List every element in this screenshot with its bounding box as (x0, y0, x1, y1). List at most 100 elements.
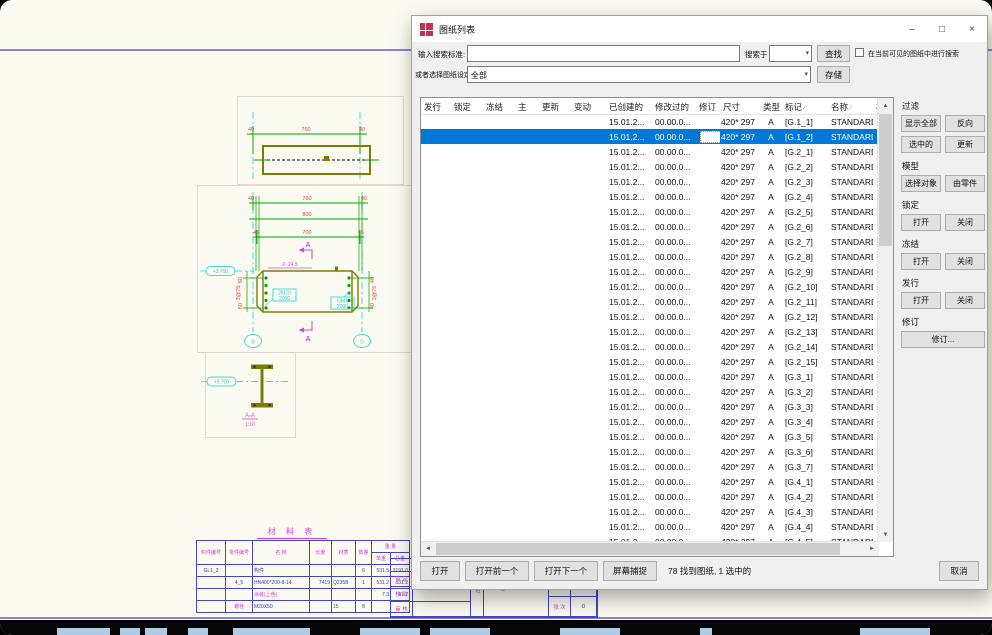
scroll-up-icon[interactable]: ▲ (878, 98, 893, 113)
table-row[interactable]: 15.01.2...00.00.0...420* 297A[G.2_3]STAN… (421, 174, 879, 189)
visible-only-checkbox[interactable] (855, 48, 864, 57)
table-row[interactable]: 15.01.2...00.00.0...420* 297A[G.3_6]STAN… (421, 444, 879, 459)
panel-button[interactable]: 选择对象 (901, 175, 941, 192)
table-row[interactable]: 15.01.2...00.00.0...420* 297A[G.2_11]STA… (421, 294, 879, 309)
table-cell: 00.00.0... (652, 252, 696, 262)
preset-dropdown[interactable]: 全部 ▾ (467, 66, 811, 83)
table-row[interactable]: 15.01.2...00.00.0...420* 297A[G.2_2]STAN… (421, 159, 879, 174)
dim-text: 40 (359, 127, 365, 133)
panel-group: 过滤显示全部反向选中的更新 (901, 100, 985, 153)
open-button[interactable]: 打开 (420, 561, 460, 581)
save-button[interactable]: 存储 (817, 66, 850, 83)
table-row[interactable]: 15.01.2...00.00.0...420* 297A[G.3_7]STAN… (421, 459, 879, 474)
table-row[interactable]: 15.01.2...00.00.0...420* 297A[G.2_8]STAN… (421, 249, 879, 264)
table-row[interactable]: 15.01.2...00.00.0...420* 297A[G.3_1]STAN… (421, 369, 879, 384)
panel-button[interactable]: 更新 (945, 136, 985, 153)
panel-button[interactable]: 反向 (945, 115, 985, 132)
table-header: 发行锁定冻结主更新变动已创建的修改过的修订尺寸类型标记∕名称∕标 (421, 98, 879, 115)
column-header[interactable]: 修改过的 (652, 98, 696, 114)
section-mark: A (305, 336, 310, 343)
table-cell: 00.00.0... (652, 507, 696, 517)
material-header: 长度 (310, 541, 332, 565)
column-header[interactable]: 类型 (760, 98, 782, 114)
screen-capture-button[interactable]: 屏幕捕捉 (603, 561, 657, 581)
material-header: 材质 (332, 541, 356, 565)
search-input[interactable] (467, 45, 740, 62)
table-row[interactable]: 15.01.2...00.00.0...420* 297A[G.2_1]STAN… (421, 144, 879, 159)
open-next-button[interactable]: 打开下一个 (534, 561, 598, 581)
panel-button[interactable]: 修订... (901, 331, 985, 348)
dim-text: 760 (301, 127, 310, 133)
table-row[interactable]: 15.01.2...00.00.0...420* 297A[G.4_1]STAN… (421, 474, 879, 489)
panel-button[interactable]: 关闭 (945, 214, 985, 231)
panel-button[interactable]: 显示全部 (901, 115, 941, 132)
close-icon[interactable]: × (957, 16, 987, 42)
table-row[interactable]: 15.01.2...00.00.0...420* 297A[G.2_7]STAN… (421, 234, 879, 249)
table-row[interactable]: 15.01.2...00.00.0...420* 297A[G.2_13]STA… (421, 324, 879, 339)
table-row[interactable]: 15.01.2...00.00.0...420* 297A[G.2_5]STAN… (421, 204, 879, 219)
table-cell: [G.2_10] (782, 282, 828, 292)
vertical-scrollbar[interactable]: ▲ ▼ (877, 98, 893, 542)
column-header[interactable]: 名称∕ (828, 98, 873, 114)
table-row[interactable]: 15.01.2...00.00.0...420* 297A[G.3_2]STAN… (421, 384, 879, 399)
table-cell: 420* 297 (720, 432, 760, 442)
table-cell: 15.01.2... (606, 252, 652, 262)
table-row[interactable]: 15.01.2...00.00.0...420* 297A[G.3_3]STAN… (421, 399, 879, 414)
table-row[interactable]: 15.01.2...00.00.0...420* 297A[G.2_12]STA… (421, 309, 879, 324)
search-in-dropdown[interactable]: ▾ (769, 45, 812, 62)
column-header[interactable]: 更新 (539, 98, 571, 114)
table-cell: 00.00.0... (652, 522, 696, 532)
column-header[interactable]: 锁定 (451, 98, 483, 114)
table-cell: STANDARD (828, 297, 873, 307)
table-row[interactable]: 15.01.2...00.00.0...420* 297A[G.3_5]STAN… (421, 429, 879, 444)
column-header[interactable]: 已创建的 (606, 98, 652, 114)
table-cell: 420* 297 (720, 447, 760, 457)
table-row[interactable]: 15.01.2...00.00.0...420* 297A[G.2_10]STA… (421, 279, 879, 294)
panel-button[interactable]: 打开 (901, 214, 941, 231)
column-header[interactable]: 发行 (421, 98, 451, 114)
scroll-right-icon[interactable]: ► (865, 542, 879, 556)
table-cell: A (760, 522, 782, 532)
cancel-button[interactable]: 取消 (939, 561, 979, 581)
table-row[interactable]: 15.01.2...00.00.0...420* 297A[G.2_6]STAN… (421, 219, 879, 234)
table-row[interactable]: 15.01.2...00.00.0...420* 297A[G.1_1]STAN… (421, 114, 879, 129)
revision-edit-cell[interactable] (700, 131, 720, 143)
panel-button[interactable]: 由零件 (945, 175, 985, 192)
panel-button[interactable]: 打开 (901, 253, 941, 270)
scroll-left-icon[interactable]: ◄ (421, 542, 435, 556)
horizontal-scrollbar[interactable]: ◄ ► (421, 541, 879, 556)
panel-button[interactable]: 打开 (901, 292, 941, 309)
scroll-down-icon[interactable]: ▼ (878, 527, 893, 542)
table-cell: A (760, 477, 782, 487)
table-row[interactable]: 15.01.2...00.00.0...420* 297A[G.3_4]STAN… (421, 414, 879, 429)
open-previous-button[interactable]: 打开前一个 (465, 561, 529, 581)
column-header[interactable]: 标记∕ (782, 98, 828, 114)
dialog-titlebar[interactable]: 图纸列表 – □ × (412, 16, 987, 42)
table-row[interactable]: 15.01.2...00.00.0...420* 297A[G.4_2]STAN… (421, 489, 879, 504)
maximize-icon[interactable]: □ (927, 16, 957, 42)
column-header[interactable]: 尺寸 (720, 98, 760, 114)
panel-button[interactable]: 关闭 (945, 253, 985, 270)
table-cell: 00.00.0... (652, 432, 696, 442)
horizontal-scrollbar-thumb[interactable] (436, 543, 840, 555)
minimize-icon[interactable]: – (897, 16, 927, 42)
table-row[interactable]: 15.01.2...00.00.0...420* 297A[G.2_4]STAN… (421, 189, 879, 204)
column-header[interactable]: 变动 (571, 98, 606, 114)
find-button[interactable]: 查找 (817, 45, 850, 62)
material-cell (372, 601, 391, 613)
table-row[interactable]: 15.01.2...00.00.0...420* 297A[G.2_14]STA… (421, 339, 879, 354)
column-header[interactable]: 主 (515, 98, 539, 114)
table-row[interactable]: 15.01.2...00.00.0...420* 297A[G.4_3]STAN… (421, 504, 879, 519)
taskbar-item (860, 628, 930, 635)
vertical-scrollbar-thumb[interactable] (879, 114, 892, 246)
column-header[interactable]: 修订 (696, 98, 720, 114)
table-row[interactable]: 15.01.2...00.00.0...420* 297A[G.2_15]STA… (421, 354, 879, 369)
table-row[interactable]: 15.01.2...00.00.0...420* 297A[G.2_9]STAN… (421, 264, 879, 279)
table-row[interactable]: 15.01.2...00.00.0...420* 297A[G.4_4]STAN… (421, 519, 879, 534)
table-row[interactable]: 15.01.2...00.00.0...420* 297A[G.1_2]STAN… (421, 129, 879, 144)
panel-button[interactable]: 关闭 (945, 292, 985, 309)
column-header[interactable]: 冻结 (483, 98, 515, 114)
material-cell: Q235B (332, 577, 356, 589)
panel-button[interactable]: 选中的 (901, 136, 941, 153)
material-header: 数量 (356, 541, 372, 565)
